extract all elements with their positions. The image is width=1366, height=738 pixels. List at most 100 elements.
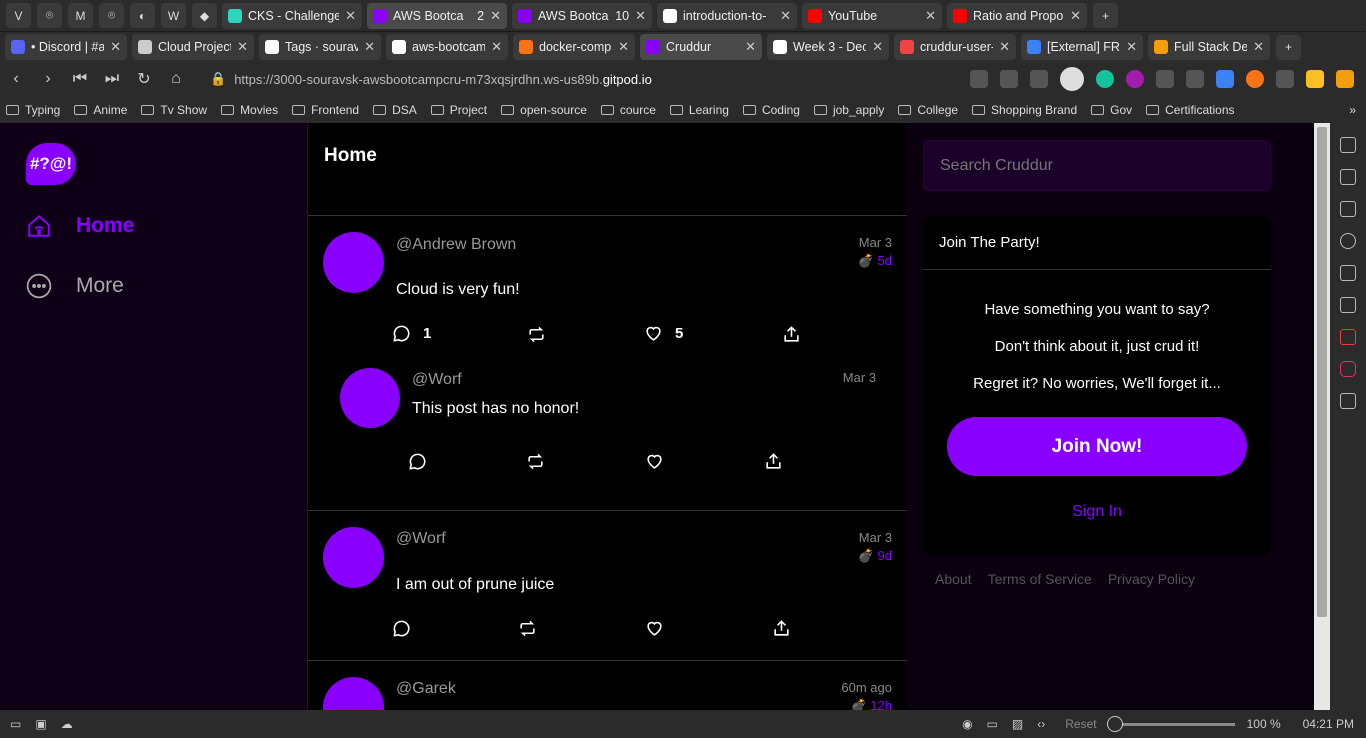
nav-item-home[interactable]: Home bbox=[26, 213, 134, 239]
share-button[interactable] bbox=[782, 325, 813, 344]
tab-week3[interactable]: Week 3 - Dec ✕ bbox=[767, 34, 889, 60]
zoom-slider[interactable] bbox=[1106, 715, 1235, 732]
wordsearch-pinned-icon[interactable]: W bbox=[161, 3, 186, 28]
extension-icon[interactable] bbox=[1306, 70, 1324, 88]
scrollbar-thumb[interactable] bbox=[1317, 127, 1327, 617]
avatar[interactable] bbox=[340, 368, 400, 428]
add-panel-icon[interactable] bbox=[1340, 393, 1356, 409]
bookmark-item[interactable]: Certifications bbox=[1146, 103, 1235, 117]
extension-icon[interactable] bbox=[1126, 70, 1144, 88]
post-handle[interactable]: @Worf bbox=[396, 530, 446, 548]
bookmark-item[interactable]: Anime bbox=[74, 103, 127, 117]
grammarly-icon[interactable] bbox=[1096, 70, 1114, 88]
bookmark-item[interactable]: DSA bbox=[373, 103, 417, 117]
bookmark-item[interactable]: Tv Show bbox=[141, 103, 207, 117]
share-button[interactable] bbox=[764, 452, 795, 471]
reply-button[interactable]: 1 bbox=[392, 324, 431, 343]
tab-aws-bootcamp[interactable]: AWS Bootca 2 ✕ bbox=[367, 2, 507, 29]
tab-cruddur-user[interactable]: cruddur-user- ✕ bbox=[894, 34, 1016, 60]
vivaldi-menu-icon[interactable]: V bbox=[6, 3, 31, 28]
avatar[interactable] bbox=[323, 527, 384, 588]
chevron-right-icon[interactable]: » bbox=[1349, 103, 1356, 117]
bookmark-icon[interactable] bbox=[1000, 70, 1018, 88]
search-input[interactable] bbox=[923, 140, 1271, 191]
qr-icon[interactable] bbox=[970, 70, 988, 88]
tab-discord[interactable]: • Discord | #a ✕ bbox=[5, 34, 127, 60]
nav-item-more[interactable]: More bbox=[26, 273, 124, 299]
like-button[interactable] bbox=[645, 619, 676, 638]
camera-icon[interactable]: ◉ bbox=[962, 717, 972, 731]
tab-tags[interactable]: Tags · souravs ✕ bbox=[259, 34, 381, 60]
reading-list-icon[interactable] bbox=[1340, 169, 1356, 185]
tab-cruddur[interactable]: Cruddur ✕ bbox=[640, 34, 762, 60]
extension-icon[interactable] bbox=[1246, 70, 1264, 88]
bookmark-item[interactable]: Frontend bbox=[292, 103, 359, 117]
close-icon[interactable]: ✕ bbox=[345, 8, 356, 24]
zoom-reset[interactable]: Reset bbox=[1065, 717, 1096, 731]
downloads-icon[interactable] bbox=[1340, 201, 1356, 217]
zoom-slider-thumb[interactable] bbox=[1106, 715, 1123, 732]
extension-icon[interactable] bbox=[1156, 70, 1174, 88]
new-tab-icon[interactable]: + bbox=[1276, 34, 1301, 60]
bookmark-item[interactable]: Movies bbox=[221, 103, 278, 117]
notes-icon[interactable] bbox=[1340, 265, 1356, 281]
like-button[interactable] bbox=[645, 452, 676, 471]
bookmark-item[interactable]: cource bbox=[600, 103, 656, 117]
like-button[interactable]: 5 bbox=[644, 324, 683, 343]
close-icon[interactable]: ✕ bbox=[1253, 39, 1264, 55]
close-icon[interactable]: ✕ bbox=[635, 8, 646, 24]
image-icon[interactable]: ▨ bbox=[1012, 717, 1023, 731]
github-pinned-icon[interactable]: ⌾ bbox=[37, 3, 62, 28]
close-icon[interactable]: ✕ bbox=[364, 39, 375, 55]
bookmarks-panel-icon[interactable] bbox=[1340, 137, 1356, 153]
tab-youtube[interactable]: YouTube ✕ bbox=[802, 2, 942, 29]
mail-icon[interactable] bbox=[1340, 297, 1356, 313]
bookmark-item[interactable]: Typing bbox=[6, 103, 60, 117]
bookmark-item[interactable]: Project bbox=[430, 103, 487, 117]
share-button[interactable] bbox=[772, 619, 803, 638]
back-icon[interactable]: ‹ bbox=[0, 70, 32, 88]
join-now-button[interactable]: Join Now! bbox=[947, 417, 1247, 476]
extension-icon[interactable] bbox=[1216, 70, 1234, 88]
footer-about-link[interactable]: About bbox=[935, 571, 972, 587]
reload-icon[interactable]: ↻ bbox=[128, 69, 160, 89]
reply-button[interactable] bbox=[408, 452, 439, 471]
tab-introduction[interactable]: introduction-to- ✕ bbox=[657, 2, 797, 29]
close-icon[interactable]: ✕ bbox=[780, 8, 791, 24]
tab-external[interactable]: [External] FRE ✕ bbox=[1021, 34, 1143, 60]
forward-icon[interactable]: › bbox=[32, 70, 64, 88]
cloud-icon[interactable]: ☁ bbox=[61, 717, 73, 731]
bookmark-item[interactable]: Shopping Brand bbox=[972, 103, 1077, 117]
post-handle[interactable]: @Andrew Brown bbox=[396, 236, 516, 254]
tab-ratio[interactable]: Ratio and Propor ✕ bbox=[947, 2, 1087, 29]
bookmark-item[interactable]: Learing bbox=[669, 103, 729, 117]
close-icon[interactable]: ✕ bbox=[745, 39, 756, 55]
repost-button[interactable] bbox=[518, 619, 549, 638]
close-icon[interactable]: ✕ bbox=[491, 39, 502, 55]
instagram-icon[interactable] bbox=[1340, 361, 1356, 377]
avatar-icon[interactable] bbox=[1060, 67, 1084, 91]
reply-button[interactable] bbox=[392, 619, 423, 638]
extension-icon[interactable] bbox=[1336, 70, 1354, 88]
close-icon[interactable]: ✕ bbox=[110, 39, 121, 55]
tab-docker-compose[interactable]: docker-comp ✕ bbox=[513, 34, 635, 60]
close-icon[interactable]: ✕ bbox=[1126, 39, 1137, 55]
footer-terms-link[interactable]: Terms of Service bbox=[988, 571, 1092, 587]
tab-aws-bootcamp-2[interactable]: AWS Bootca 10 ✕ bbox=[512, 2, 652, 29]
close-icon[interactable]: ✕ bbox=[490, 8, 501, 24]
history-icon[interactable] bbox=[1340, 233, 1356, 249]
avatar[interactable] bbox=[323, 232, 384, 293]
repost-button[interactable] bbox=[526, 452, 557, 471]
gmail-pinned-icon[interactable]: M bbox=[68, 3, 93, 28]
close-icon[interactable]: ✕ bbox=[237, 39, 248, 55]
tab-full-stack[interactable]: Full Stack Dev ✕ bbox=[1148, 34, 1270, 60]
home-icon[interactable]: ⌂ bbox=[160, 70, 192, 88]
close-icon[interactable]: ✕ bbox=[999, 39, 1010, 55]
tab-aws-bootcamp-repo[interactable]: aws-bootcam ✕ bbox=[386, 34, 508, 60]
close-icon[interactable]: ✕ bbox=[872, 39, 883, 55]
panel-toggle-icon[interactable]: ▭ bbox=[10, 717, 21, 731]
tile-icon[interactable]: ▣ bbox=[35, 717, 46, 731]
tab-cloud-project[interactable]: Cloud Project ✕ bbox=[132, 34, 254, 60]
activity-item[interactable]: @Andrew Brown Mar 3 💣 5d Cloud is very f… bbox=[308, 216, 908, 510]
close-icon[interactable]: ✕ bbox=[925, 8, 936, 24]
